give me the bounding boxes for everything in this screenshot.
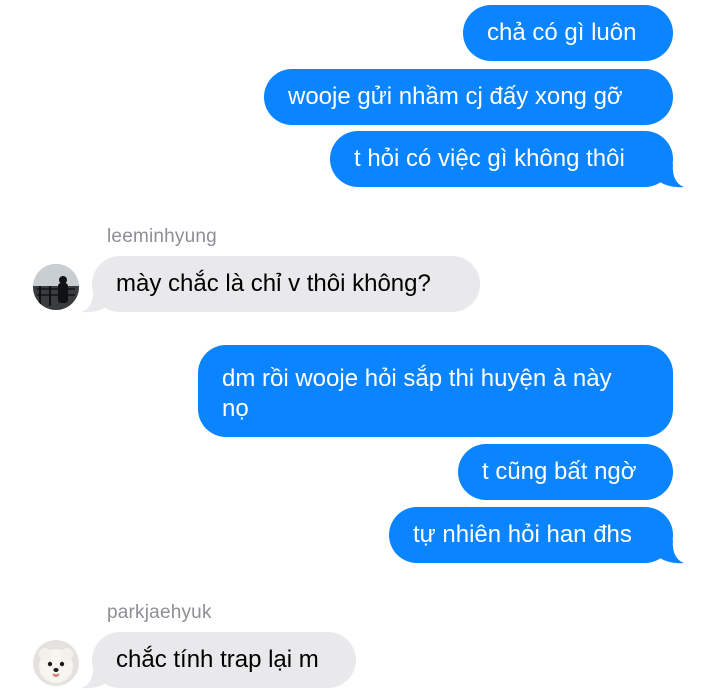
incoming-message-bubble[interactable]: chắc tính trap lại m (92, 632, 356, 688)
sender-name: leeminhyung (107, 226, 217, 247)
outgoing-message-bubble[interactable]: wooje gửi nhầm cj đấy xong gỡ (264, 69, 673, 125)
incoming-message-bubble[interactable]: mày chắc là chỉ v thôi không? (92, 256, 480, 312)
message-text: wooje gửi nhầm cj đấy xong gỡ (288, 83, 623, 110)
message-text: chắc tính trap lại m (116, 646, 319, 673)
outgoing-bubble-tail (660, 164, 684, 188)
sender-name: parkjaehyuk (107, 602, 212, 623)
message-text: chả có gì luôn (487, 19, 637, 46)
message-text: t cũng bất ngờ (482, 458, 637, 485)
message-text: t hỏi có việc gì không thôi (354, 145, 625, 172)
outgoing-message-bubble[interactable]: tự nhiên hỏi han đhs (389, 507, 673, 563)
dog-avatar-icon (33, 640, 79, 686)
outgoing-message-bubble[interactable]: dm rồi wooje hỏi sắp thi huyện à này nọ (198, 345, 673, 437)
outgoing-bubble-tail (660, 540, 684, 564)
avatar[interactable] (33, 264, 79, 310)
outgoing-message-bubble[interactable]: t hỏi có việc gì không thôi (330, 131, 673, 187)
message-text: dm rồi wooje hỏi sắp thi huyện à này nọ (222, 365, 612, 422)
message-text: mày chắc là chỉ v thôi không? (116, 270, 431, 297)
avatar-photo-icon (33, 264, 79, 310)
outgoing-message-bubble[interactable]: t cũng bất ngờ (458, 444, 673, 500)
message-text: tự nhiên hỏi han đhs (413, 521, 632, 548)
incoming-bubble-tail (82, 289, 106, 313)
outgoing-message-bubble[interactable]: chả có gì luôn (463, 5, 673, 61)
incoming-bubble-tail (82, 665, 106, 689)
avatar[interactable] (33, 640, 79, 686)
